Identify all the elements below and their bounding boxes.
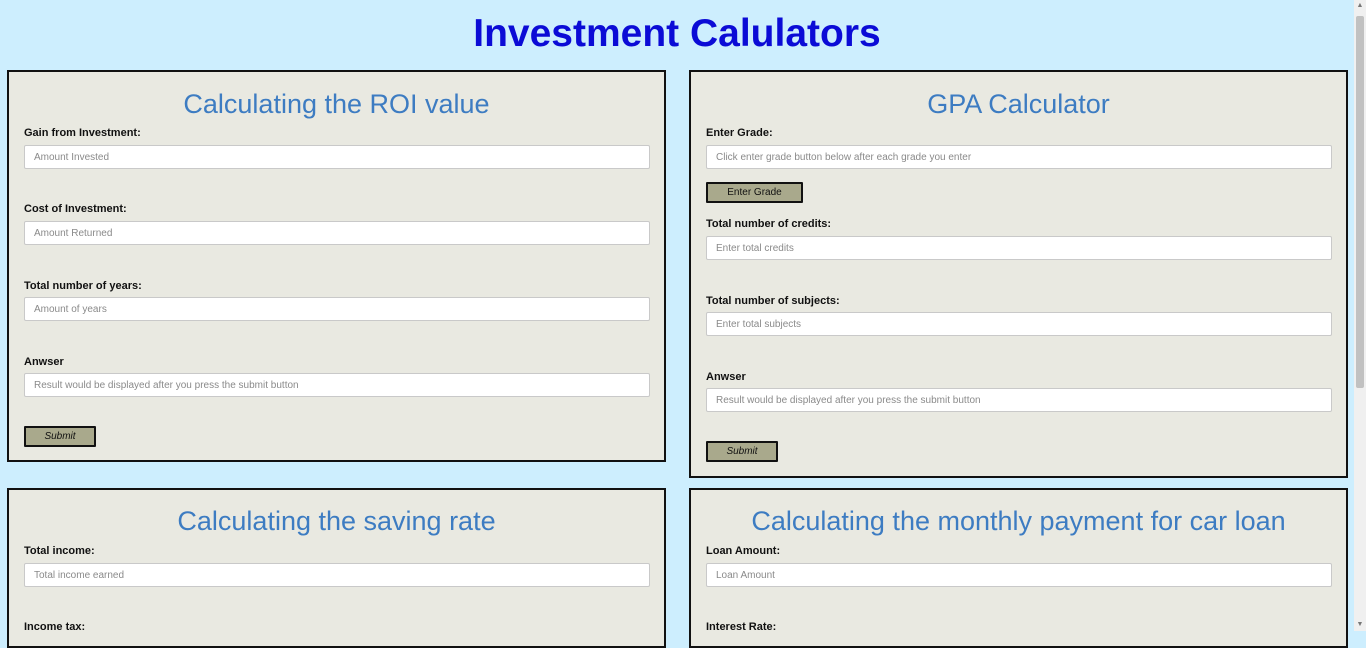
roi-panel-title: Calculating the ROI value bbox=[183, 89, 490, 119]
gpa-panel-title: GPA Calculator bbox=[927, 89, 1110, 119]
loan-amount-label: Loan Amount: bbox=[706, 545, 781, 557]
saving-rate-panel: Calculating the saving rate Total income… bbox=[7, 488, 666, 648]
roi-answer-label: Anwser bbox=[24, 356, 64, 368]
income-input[interactable] bbox=[24, 563, 650, 587]
roi-answer-field[interactable] bbox=[24, 373, 650, 397]
enter-grade-button[interactable]: Enter Grade bbox=[706, 182, 803, 203]
car-loan-panel-title: Calculating the monthly payment for car … bbox=[751, 506, 1286, 536]
subjects-label: Total number of subjects: bbox=[706, 295, 840, 307]
gpa-answer-label: Anwser bbox=[706, 371, 746, 383]
roi-calculator-panel: Calculating the ROI value Gain from Inve… bbox=[7, 70, 666, 462]
income-tax-label: Income tax: bbox=[24, 621, 86, 633]
scroll-down-arrow-icon[interactable]: ▼ bbox=[1354, 619, 1366, 631]
income-label: Total income: bbox=[24, 545, 95, 557]
scroll-up-arrow-icon[interactable]: ▲ bbox=[1354, 0, 1366, 12]
years-label: Total number of years: bbox=[24, 280, 142, 292]
credits-label: Total number of credits: bbox=[706, 218, 832, 230]
credits-input[interactable] bbox=[706, 236, 1332, 260]
subjects-input[interactable] bbox=[706, 312, 1332, 336]
car-loan-panel: Calculating the monthly payment for car … bbox=[689, 488, 1348, 648]
loan-amount-input[interactable] bbox=[706, 563, 1332, 587]
gpa-calculator-panel: GPA Calculator Enter Grade: Enter Grade … bbox=[689, 70, 1348, 478]
gpa-answer-field[interactable] bbox=[706, 388, 1332, 412]
grade-label: Enter Grade: bbox=[706, 127, 773, 139]
gpa-submit-button[interactable]: Submit bbox=[706, 441, 778, 462]
saving-panel-title: Calculating the saving rate bbox=[177, 506, 496, 536]
gain-input[interactable] bbox=[24, 145, 650, 169]
page-scrollbar[interactable]: ▲ ▼ bbox=[1354, 0, 1366, 631]
cost-label: Cost of Investment: bbox=[24, 203, 127, 215]
gain-label: Gain from Investment: bbox=[24, 127, 141, 139]
cost-input[interactable] bbox=[24, 221, 650, 245]
page-title: Investment Calulators bbox=[473, 12, 881, 55]
scrollbar-thumb[interactable] bbox=[1356, 16, 1364, 388]
roi-submit-button[interactable]: Submit bbox=[24, 426, 96, 447]
interest-rate-label: Interest Rate: bbox=[706, 621, 777, 633]
years-input[interactable] bbox=[24, 297, 650, 321]
grade-input[interactable] bbox=[706, 145, 1332, 169]
